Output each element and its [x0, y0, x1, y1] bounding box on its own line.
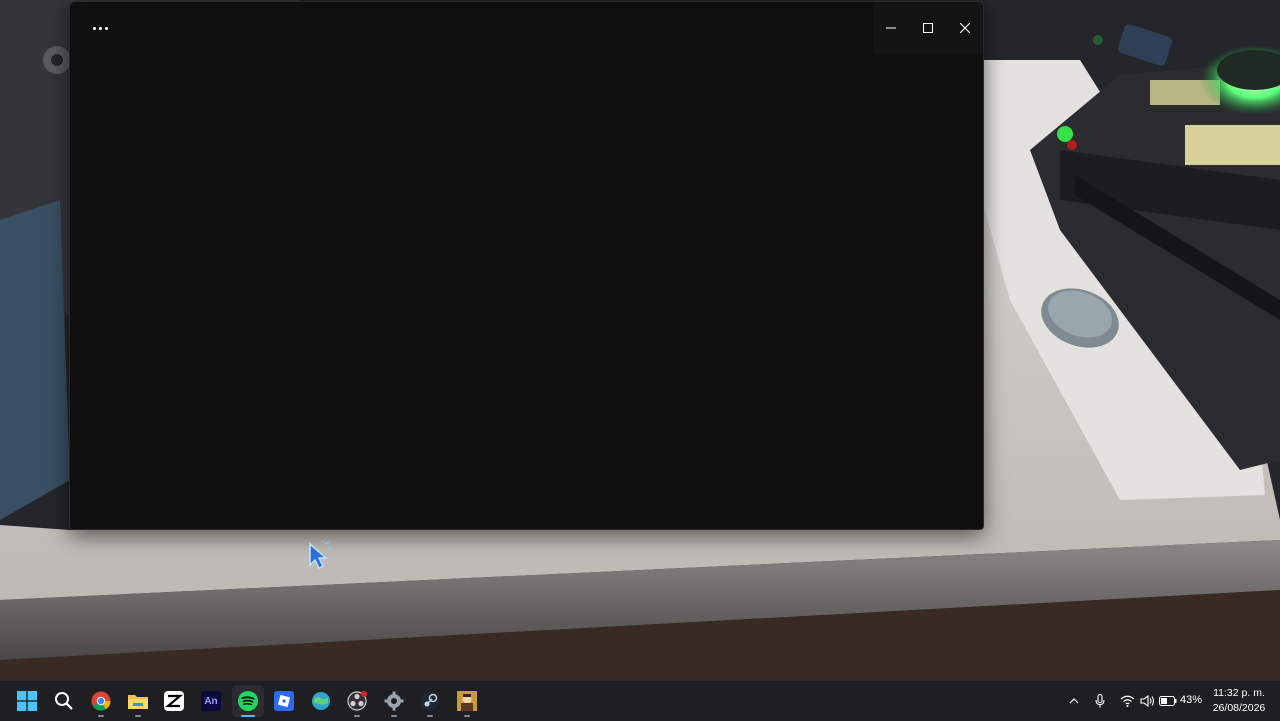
running-indicator	[98, 715, 104, 717]
microphone-icon	[1095, 694, 1105, 708]
taskbar-app-capcut[interactable]	[158, 685, 190, 717]
running-indicator	[391, 715, 397, 717]
running-indicator	[427, 715, 433, 717]
clock[interactable]: 11:32 p. m. 26/08/2026	[1206, 686, 1272, 716]
search-button[interactable]	[48, 685, 80, 717]
globe-app-icon	[312, 692, 330, 710]
search-icon	[55, 692, 73, 710]
taskbar-app-obs[interactable]	[341, 685, 373, 717]
show-hidden-icons-button[interactable]	[1065, 681, 1083, 721]
clock-date: 26/08/2026	[1212, 702, 1266, 714]
chevron-up-icon	[1069, 698, 1079, 704]
clock-time: 11:32 p. m.	[1213, 687, 1265, 699]
battery-button[interactable]	[1158, 681, 1178, 721]
speaker-icon	[1139, 695, 1154, 707]
taskbar-app-spotify[interactable]	[232, 685, 264, 717]
dot	[104, 26, 108, 30]
minimize-icon	[886, 27, 897, 29]
game-avatar-icon	[457, 691, 477, 711]
window-content	[70, 54, 983, 529]
close-button[interactable]	[946, 2, 983, 54]
window-titlebar[interactable]	[70, 2, 983, 54]
file-explorer-icon	[128, 695, 148, 709]
wifi-icon	[1120, 695, 1134, 707]
taskbar-app-file-explorer[interactable]	[122, 685, 154, 717]
minimize-button[interactable]	[873, 2, 910, 54]
close-icon	[959, 23, 970, 33]
start-button[interactable]	[11, 685, 43, 717]
running-indicator	[354, 715, 360, 717]
start-icon	[17, 691, 37, 711]
maximize-icon	[923, 23, 933, 33]
adobe-animate-icon: An	[201, 691, 221, 711]
taskbar-app-adobe-animate[interactable]: An	[195, 685, 227, 717]
battery-icon	[1159, 696, 1177, 706]
dot	[92, 26, 96, 30]
steam-icon	[421, 692, 439, 710]
roblox-studio-icon	[274, 691, 294, 711]
maximize-button[interactable]	[910, 2, 947, 54]
taskbar-app-chrome[interactable]	[85, 685, 117, 717]
running-indicator	[241, 715, 255, 717]
capcut-icon	[164, 691, 184, 711]
obs-icon	[347, 691, 367, 711]
mouse-cursor-icon	[309, 541, 332, 570]
running-indicator	[464, 715, 470, 717]
chrome-icon	[91, 691, 111, 711]
taskbar-app-roblox-studio[interactable]	[268, 685, 300, 717]
taskbar-app-globe[interactable]	[305, 685, 337, 717]
running-indicator	[135, 715, 141, 717]
volume-button[interactable]	[1138, 681, 1156, 721]
more-options-button[interactable]	[88, 16, 112, 40]
spotify-icon	[238, 691, 258, 711]
app-window	[69, 1, 984, 530]
settings-icon	[384, 691, 404, 711]
adobe-animate-label: An	[204, 695, 218, 707]
taskbar-app-game[interactable]	[451, 685, 483, 717]
microphone-button[interactable]	[1092, 681, 1108, 721]
dot	[98, 26, 102, 30]
taskbar: An 43% 11:32 p. m. 26/08/2026	[0, 680, 1280, 721]
battery-percentage: 43%	[1180, 694, 1203, 706]
taskbar-app-steam[interactable]	[414, 685, 446, 717]
taskbar-app-settings[interactable]	[378, 685, 410, 717]
network-button[interactable]	[1118, 681, 1136, 721]
window-controls	[873, 2, 983, 54]
